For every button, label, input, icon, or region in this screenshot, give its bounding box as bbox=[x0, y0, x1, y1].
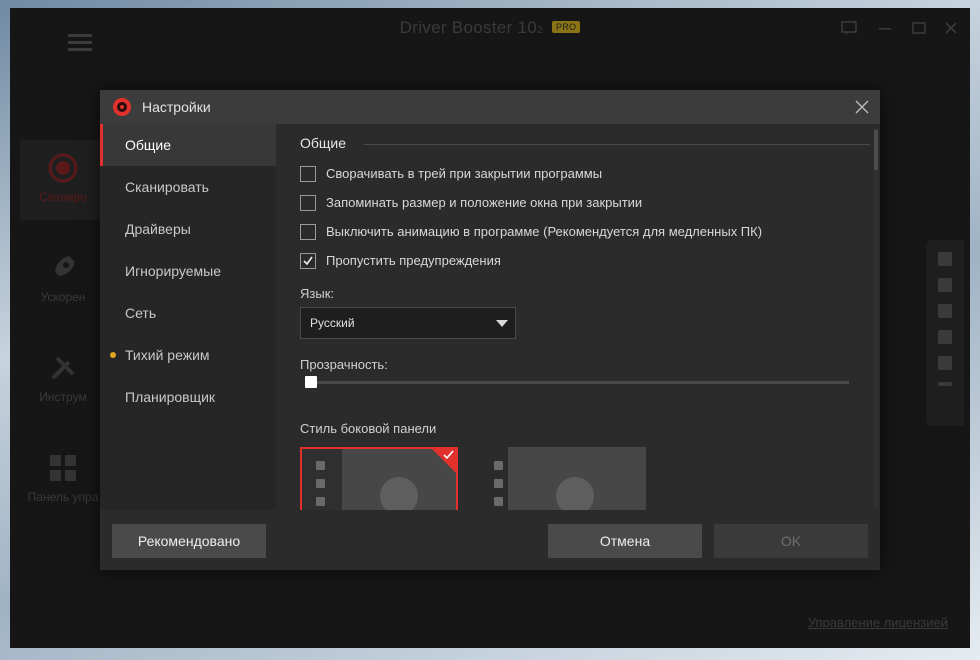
pro-badge: PRO bbox=[551, 21, 581, 33]
nav-boost-label: Ускорен bbox=[40, 290, 86, 304]
checkbox-box[interactable] bbox=[300, 195, 316, 211]
sidebar-item-scan[interactable]: Сканировать bbox=[100, 166, 276, 208]
check-icon bbox=[443, 450, 454, 460]
scan-icon bbox=[48, 153, 78, 183]
sidebar-item-quiet-mode[interactable]: Тихий режим bbox=[100, 334, 276, 376]
sidebar-style-option-1[interactable] bbox=[300, 447, 458, 510]
settings-sidebar: Общие Сканировать Драйверы Игнорируемые … bbox=[100, 124, 276, 510]
nav-tools[interactable]: Инструм bbox=[20, 340, 106, 420]
checkbox-box[interactable] bbox=[300, 166, 316, 182]
chevron-down-icon bbox=[496, 320, 508, 327]
nav-scan[interactable]: Сканиро bbox=[20, 140, 106, 220]
sidebar-item-general[interactable]: Общие bbox=[100, 124, 276, 166]
feedback-icon[interactable] bbox=[840, 20, 858, 36]
settings-dialog: Настройки Общие Сканировать Драйверы Игн… bbox=[100, 90, 880, 570]
rocket-icon bbox=[55, 256, 75, 276]
sidebar-item-drivers[interactable]: Драйверы bbox=[100, 208, 276, 250]
windows-icon[interactable] bbox=[938, 278, 952, 292]
dialog-footer: Рекомендовано Отмена OK bbox=[100, 510, 880, 570]
minimize-icon[interactable] bbox=[876, 20, 894, 36]
maximize-icon[interactable] bbox=[910, 20, 928, 36]
checkbox-label: Выключить анимацию в программе (Рекоменд… bbox=[326, 224, 763, 239]
nav-panel[interactable]: Панель упра bbox=[20, 440, 106, 520]
checkbox-box[interactable] bbox=[300, 253, 316, 269]
keyboard-icon[interactable] bbox=[938, 356, 952, 370]
language-select[interactable]: Русский bbox=[300, 307, 516, 339]
grid-icon bbox=[50, 455, 76, 481]
app-title-text: Driver Booster 10 bbox=[399, 18, 538, 37]
transparency-label: Прозрачность: bbox=[300, 357, 388, 372]
section-title: Общие bbox=[300, 135, 347, 151]
nav-boost[interactable]: Ускорен bbox=[20, 240, 106, 320]
language-select-value: Русский bbox=[310, 316, 355, 330]
dialog-header: Настройки bbox=[100, 90, 880, 124]
app-logo-icon bbox=[113, 98, 131, 116]
app-title: Driver Booster 102 PRO bbox=[10, 18, 970, 38]
sidebar-item-label: Планировщик bbox=[125, 389, 216, 405]
sidebar-item-ignored[interactable]: Игнорируемые bbox=[100, 250, 276, 292]
sidebar-item-label: Сканировать bbox=[125, 179, 209, 195]
style-preview-strip bbox=[302, 449, 342, 510]
cancel-button[interactable]: Отмена bbox=[548, 524, 702, 558]
checkbox-box[interactable] bbox=[300, 224, 316, 240]
checkmark-icon bbox=[303, 256, 313, 266]
right-toolbar bbox=[926, 240, 964, 426]
quiet-mode-indicator-dot bbox=[110, 352, 116, 358]
manage-license-link[interactable]: Управление лицензией bbox=[808, 615, 948, 630]
scrollbar-thumb[interactable] bbox=[874, 130, 878, 170]
nav-panel-label: Панель упра bbox=[27, 490, 99, 504]
sidebar-item-label: Тихий режим bbox=[125, 347, 210, 363]
settings-content: Общие Сворачивать в трей при закрытии пр… bbox=[276, 124, 880, 510]
ok-button[interactable]: OK bbox=[714, 524, 868, 558]
sidebar-item-label: Игнорируемые bbox=[125, 263, 222, 279]
dialog-title: Настройки bbox=[142, 99, 211, 115]
style-preview-strip bbox=[488, 447, 508, 510]
app-version-suffix: 2 bbox=[537, 25, 543, 36]
nav-tools-label: Инструм bbox=[39, 390, 87, 404]
section-divider bbox=[364, 144, 870, 145]
sidebar-item-label: Драйверы bbox=[125, 221, 191, 237]
transparency-slider-thumb[interactable] bbox=[305, 376, 317, 388]
chat-icon[interactable] bbox=[938, 252, 952, 266]
checkbox-label: Запоминать размер и положение окна при з… bbox=[326, 195, 643, 210]
scrollbar-track[interactable] bbox=[874, 128, 878, 508]
checkbox-label: Пропустить предупреждения bbox=[326, 253, 501, 268]
close-dialog-icon[interactable] bbox=[854, 99, 870, 115]
sidebar-item-scheduler[interactable]: Планировщик bbox=[100, 376, 276, 418]
sidebar-style-label: Стиль боковой панели bbox=[300, 421, 437, 436]
recommended-button[interactable]: Рекомендовано bbox=[112, 524, 266, 558]
sidebar-item-label: Общие bbox=[125, 137, 172, 153]
checkbox-label: Сворачивать в трей при закрытии программ… bbox=[326, 166, 603, 181]
tools-icon bbox=[51, 356, 75, 380]
sidebar-item-network[interactable]: Сеть bbox=[100, 292, 276, 334]
more-icon[interactable] bbox=[938, 382, 952, 386]
style-preview-pane bbox=[508, 447, 646, 510]
sidebar-item-label: Сеть bbox=[125, 305, 157, 321]
language-label: Язык: bbox=[300, 286, 334, 301]
shield-icon[interactable] bbox=[938, 304, 952, 318]
transparency-slider-track[interactable] bbox=[306, 381, 849, 384]
close-app-icon[interactable] bbox=[942, 20, 960, 36]
nav-scan-label: Сканиро bbox=[39, 190, 87, 204]
sidebar-style-option-2[interactable] bbox=[488, 447, 646, 510]
display-icon[interactable] bbox=[938, 330, 952, 344]
